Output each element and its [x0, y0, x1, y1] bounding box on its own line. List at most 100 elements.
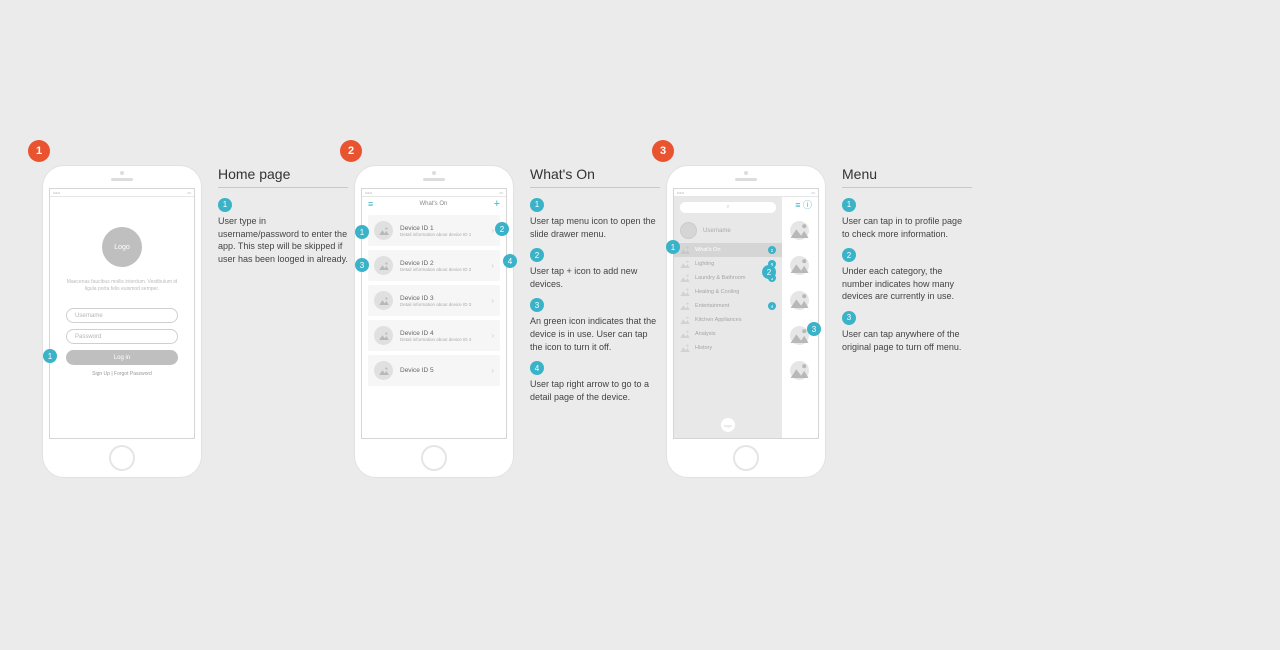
login-button[interactable]: Log in	[66, 350, 178, 365]
category-icon	[680, 330, 690, 338]
chevron-right-icon[interactable]: ›	[491, 226, 494, 235]
screen-title: What's On	[420, 201, 448, 207]
drawer-item[interactable]: Analysis	[674, 327, 782, 341]
count-badge: 4	[768, 302, 776, 310]
note-badge: 1	[530, 198, 544, 212]
chevron-right-icon[interactable]: ›	[491, 261, 494, 270]
status-bar: •••••▭	[674, 189, 818, 197]
callout-4: 4	[503, 254, 517, 268]
category-icon	[680, 246, 690, 254]
password-field[interactable]: Password	[66, 329, 178, 344]
note-badge: 1	[218, 198, 232, 212]
chevron-right-icon[interactable]: ›	[491, 331, 494, 340]
chevron-right-icon[interactable]: ›	[491, 296, 494, 305]
drawer-item-label: What's On	[695, 247, 721, 253]
behind-device-row	[782, 215, 814, 246]
drawer-item[interactable]: History	[674, 341, 782, 355]
note-text: User tap right arrow to go to a detail p…	[530, 378, 660, 403]
drawer-item-label: History	[695, 345, 712, 351]
device-thumb-icon	[374, 326, 393, 345]
notes-menu: Menu 1 User can tap in to profile page to…	[842, 166, 972, 361]
count-badge: 2	[768, 246, 776, 254]
note-text: User tap menu icon to open the slide dra…	[530, 215, 660, 240]
section-badge: 2	[340, 140, 362, 162]
device-title: Device ID 5	[400, 367, 491, 374]
note-badge: 4	[530, 361, 544, 375]
device-title: Device ID 2	[400, 260, 491, 267]
drawer-item[interactable]: What's On 2	[674, 243, 782, 257]
drawer-item[interactable]: Heating & Cooling	[674, 285, 782, 299]
auth-links[interactable]: Sign Up | Forgot Password	[50, 371, 194, 377]
device-title: Device ID 4	[400, 330, 491, 337]
callout-3: 3	[807, 322, 821, 336]
device-thumb-icon	[374, 361, 393, 380]
note-badge: 1	[842, 198, 856, 212]
device-row[interactable]: Device ID 3Detail information about devi…	[368, 285, 500, 316]
chevron-right-icon[interactable]: ›	[491, 366, 494, 375]
behind-device-row	[782, 285, 814, 316]
note-badge: 3	[842, 311, 856, 325]
category-icon	[680, 302, 690, 310]
app-logo: Logo	[102, 227, 142, 267]
section-title: Home page	[218, 166, 348, 188]
device-subtitle: Detail information about device ID 3	[400, 302, 491, 307]
profile-link[interactable]: Username	[674, 218, 782, 243]
device-row[interactable]: Device ID 5›	[368, 355, 500, 386]
category-icon	[680, 260, 690, 268]
drawer-item-label: Laundry & Bathroom	[695, 275, 745, 281]
callout-3: 3	[355, 258, 369, 272]
note-badge: 3	[530, 298, 544, 312]
drawer-item[interactable]: Kitchen Appliances	[674, 313, 782, 327]
section-badge: 1	[28, 140, 50, 162]
drawer-item[interactable]: Entertainment 4	[674, 299, 782, 313]
device-subtitle: Detail information about device ID 4	[400, 337, 491, 342]
device-thumb-icon	[790, 291, 809, 310]
note-text: User can tap anywhere of the original pa…	[842, 328, 972, 353]
device-thumb-icon	[790, 256, 809, 275]
category-icon	[680, 316, 690, 324]
callout-1: 1	[666, 240, 680, 254]
tagline-text: Maecenas faucibus mollis interdum. Vesti…	[50, 279, 194, 292]
note-badge: 2	[530, 248, 544, 262]
username-label: Username	[703, 228, 731, 234]
callout-1: 1	[43, 349, 57, 363]
device-thumb-icon	[790, 221, 809, 240]
device-subtitle: Detail information about device ID 1	[400, 232, 491, 237]
category-icon	[680, 288, 690, 296]
note-badge: 2	[842, 248, 856, 262]
note-text: Under each category, the number indicate…	[842, 265, 972, 303]
device-row[interactable]: Device ID 2Detail information about devi…	[368, 250, 500, 281]
device-subtitle: Detail information about device ID 2	[400, 267, 491, 272]
drawer-item-label: Kitchen Appliances	[695, 317, 741, 323]
device-title: Device ID 3	[400, 295, 491, 302]
status-bar: •••••▭	[50, 189, 194, 197]
notes-whatson: What's On 1 User tap menu icon to open th…	[530, 166, 660, 411]
behind-device-row	[782, 250, 814, 281]
category-icon	[680, 344, 690, 352]
avatar-icon	[680, 222, 697, 239]
search-input[interactable]: ⌕	[680, 202, 776, 213]
device-thumb-icon	[790, 361, 809, 380]
section-badge: 3	[652, 140, 674, 162]
device-thumb-icon	[374, 291, 393, 310]
section-title: What's On	[530, 166, 660, 188]
device-row[interactable]: Device ID 4Detail information about devi…	[368, 320, 500, 351]
device-row[interactable]: Device ID 1Detail information about devi…	[368, 215, 500, 246]
drawer-item-label: Analysis	[695, 331, 715, 337]
callout-2: 2	[762, 265, 776, 279]
drawer-item-label: Lighting	[695, 261, 714, 267]
note-text: An green icon indicates that the device …	[530, 315, 660, 353]
add-icon[interactable]: +	[494, 198, 500, 210]
note-text: User tap + icon to add new devices.	[530, 265, 660, 290]
hamburger-icon[interactable]: ≡	[368, 199, 373, 209]
note-text: User can tap in to profile page to check…	[842, 215, 972, 240]
username-field[interactable]: Username	[66, 308, 178, 323]
device-title: Device ID 1	[400, 225, 491, 232]
callout-1: 1	[355, 225, 369, 239]
drawer-menu: ⌕ Username What's On2Lighting8Laundry & …	[674, 197, 782, 438]
drawer-item-label: Entertainment	[695, 303, 729, 309]
behind-header-icons[interactable]: ≡ ⓘ	[782, 197, 818, 211]
section-title: Menu	[842, 166, 972, 188]
behind-device-row	[782, 355, 814, 386]
callout-2: 2	[495, 222, 509, 236]
